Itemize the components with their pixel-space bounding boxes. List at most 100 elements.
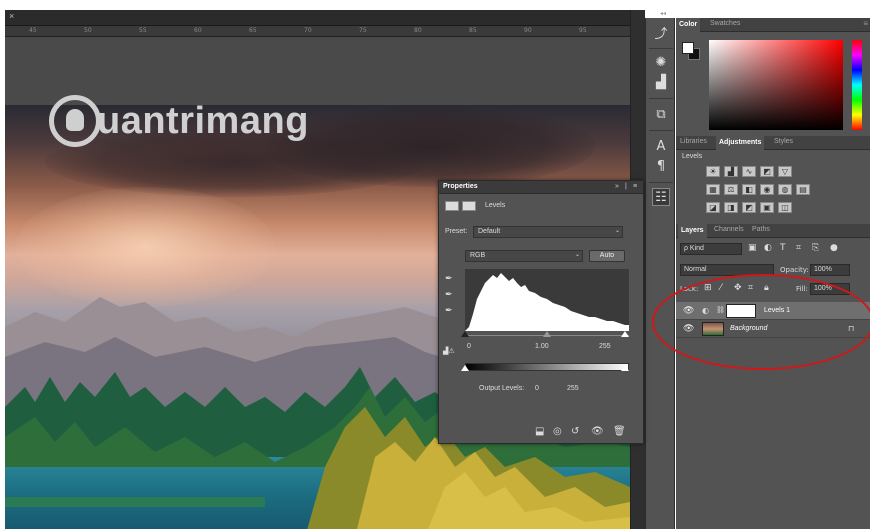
mask-icon[interactable] <box>462 201 476 211</box>
tab-styles[interactable]: Styles <box>774 138 793 145</box>
color-lookup-icon[interactable]: ▤ <box>796 184 810 195</box>
ruler-tick: 45 <box>29 27 37 34</box>
ruler-tick: 60 <box>194 27 202 34</box>
lock-artboard-icon[interactable]: ⌗ <box>748 283 753 293</box>
output-black-value[interactable]: 0 <box>535 385 539 392</box>
fill-field[interactable]: 100% <box>810 283 850 295</box>
output-levels-label: Output Levels: <box>479 385 525 392</box>
character-icon[interactable]: A <box>652 138 670 156</box>
gradient-map-icon[interactable]: ▣ <box>760 202 774 213</box>
input-white-slider[interactable] <box>621 331 629 337</box>
collapse-panels-icon[interactable]: ◂◂ <box>660 10 680 17</box>
input-gamma-slider[interactable] <box>543 331 551 337</box>
auto-button[interactable]: Auto <box>589 250 625 262</box>
output-black-slider[interactable] <box>461 365 469 371</box>
levels-icon[interactable]: ▟ <box>724 166 738 177</box>
input-black-slider[interactable] <box>461 331 469 337</box>
history-icon[interactable]: ⤴ <box>652 26 670 44</box>
brush-settings-icon[interactable]: ✺ <box>652 54 670 72</box>
hue-saturation-icon[interactable]: ▦ <box>706 184 720 195</box>
output-white-value[interactable]: 255 <box>567 385 579 392</box>
color-field[interactable] <box>709 40 843 130</box>
photo-filter-icon[interactable]: ◉ <box>760 184 774 195</box>
tab-libraries[interactable]: Libraries <box>680 138 707 145</box>
tab-paths[interactable]: Paths <box>752 226 770 233</box>
panel-menu-icon[interactable]: ≡ <box>863 19 868 28</box>
layer-row[interactable]: 👁︎ ◐ ⛓ Levels 1 <box>676 302 870 320</box>
preset-dropdown[interactable]: Default <box>473 226 623 238</box>
chain-link-icon[interactable]: ⛓ <box>716 306 725 314</box>
lock-image-icon[interactable]: ⁄ <box>720 283 722 293</box>
blend-mode-dropdown[interactable]: Normal <box>680 264 774 276</box>
filter-pixel-icon[interactable]: ▣ <box>748 243 757 253</box>
foreground-color-swatch[interactable] <box>682 42 694 54</box>
tab-channels[interactable]: Channels <box>714 226 744 233</box>
filter-toggle-icon[interactable]: ● <box>830 243 838 253</box>
output-white-slider[interactable] <box>621 365 629 371</box>
horizontal-ruler: 45 50 55 60 65 70 75 80 85 90 95 <box>5 26 630 37</box>
input-white-value[interactable]: 255 <box>599 343 611 350</box>
color-balance-icon[interactable]: ⚖ <box>724 184 738 195</box>
gray-point-eyedropper-icon[interactable]: ✒ <box>445 289 453 300</box>
adjustments-section-title: Levels <box>682 153 703 160</box>
threshold-icon[interactable]: ◩ <box>742 202 756 213</box>
tab-adjustments[interactable]: Adjustments <box>716 136 765 150</box>
ruler-tick: 65 <box>249 27 257 34</box>
curves-icon[interactable]: ∿ <box>742 166 756 177</box>
filter-smart-object-icon[interactable]: ⎘ <box>812 243 819 253</box>
input-black-value[interactable]: 0 <box>467 343 471 350</box>
channel-dropdown[interactable]: RGB <box>465 250 583 262</box>
channel-mixer-icon[interactable]: ◍ <box>778 184 792 195</box>
panel-menu-icon[interactable]: ≡ <box>633 183 637 190</box>
toggle-visibility-icon[interactable]: 👁︎ <box>591 426 604 437</box>
layer-thumbnail[interactable] <box>702 322 724 336</box>
opacity-label: Opacity: <box>780 266 809 274</box>
lock-all-icon[interactable]: 🔒︎ <box>764 283 769 293</box>
selective-color-icon[interactable]: ◫ <box>778 202 792 213</box>
layer-row[interactable]: 👁︎ Background ⊓ <box>676 320 870 338</box>
visibility-eye-icon[interactable]: 👁︎ <box>683 305 694 316</box>
tab-color[interactable]: Color <box>676 18 701 32</box>
properties-title-bar[interactable]: Properties » | ≡ <box>439 181 643 194</box>
delete-icon[interactable]: 🗑︎ <box>613 426 626 437</box>
properties-icon[interactable]: ☷ <box>652 188 670 206</box>
invert-icon[interactable]: ◪ <box>706 202 720 213</box>
exposure-icon[interactable]: ◩ <box>760 166 774 177</box>
lightbulb-icon <box>49 95 101 147</box>
clipping-warning-icon[interactable]: ▟⚠ <box>443 347 455 355</box>
filter-adjustment-icon[interactable]: ◐ <box>764 243 772 253</box>
tab-swatches[interactable]: Swatches <box>710 20 740 27</box>
window-top-bar <box>0 0 870 10</box>
layer-filter-dropdown[interactable]: ρ Kind <box>680 243 742 255</box>
levels-histogram <box>465 269 629 331</box>
filter-shape-icon[interactable]: ⌗ <box>796 243 801 253</box>
tab-layers[interactable]: Layers <box>678 224 707 238</box>
view-previous-state-icon[interactable]: ◎ <box>553 426 562 437</box>
layer-name[interactable]: Levels 1 <box>764 307 790 314</box>
watermark-text: uantrimang <box>97 99 309 142</box>
black-white-icon[interactable]: ◧ <box>742 184 756 195</box>
adjustments-panel-tabs: Libraries Adjustments Styles <box>676 136 870 150</box>
paragraph-icon[interactable]: ¶ <box>652 158 670 176</box>
layer-name[interactable]: Background <box>730 325 767 332</box>
clip-to-layer-icon[interactable]: ⬓ <box>535 426 544 437</box>
ruler-tick: 80 <box>414 27 422 34</box>
vibrance-icon[interactable]: ▽ <box>778 166 792 177</box>
filter-type-icon[interactable]: T <box>780 243 786 253</box>
opacity-field[interactable]: 100% <box>810 264 850 276</box>
white-point-eyedropper-icon[interactable]: ✒ <box>445 305 453 316</box>
visibility-eye-icon[interactable]: 👁︎ <box>683 323 694 334</box>
black-point-eyedropper-icon[interactable]: ✒ <box>445 273 453 284</box>
hue-slider[interactable] <box>852 40 862 130</box>
histogram-icon[interactable]: ▟ <box>652 74 670 92</box>
layer-mask-thumbnail[interactable] <box>726 304 756 318</box>
collapse-icon[interactable]: » <box>615 183 619 190</box>
clone-source-icon[interactable]: ⧉ <box>652 106 670 124</box>
lock-position-icon[interactable]: ✥ <box>734 283 742 293</box>
input-gamma-value[interactable]: 1.00 <box>535 343 549 350</box>
close-document-icon[interactable]: × <box>9 11 14 21</box>
reset-icon[interactable]: ↺ <box>571 426 579 437</box>
lock-transparent-icon[interactable]: ⊞ <box>704 283 712 293</box>
brightness-contrast-icon[interactable]: ☀ <box>706 166 720 177</box>
posterize-icon[interactable]: ◨ <box>724 202 738 213</box>
